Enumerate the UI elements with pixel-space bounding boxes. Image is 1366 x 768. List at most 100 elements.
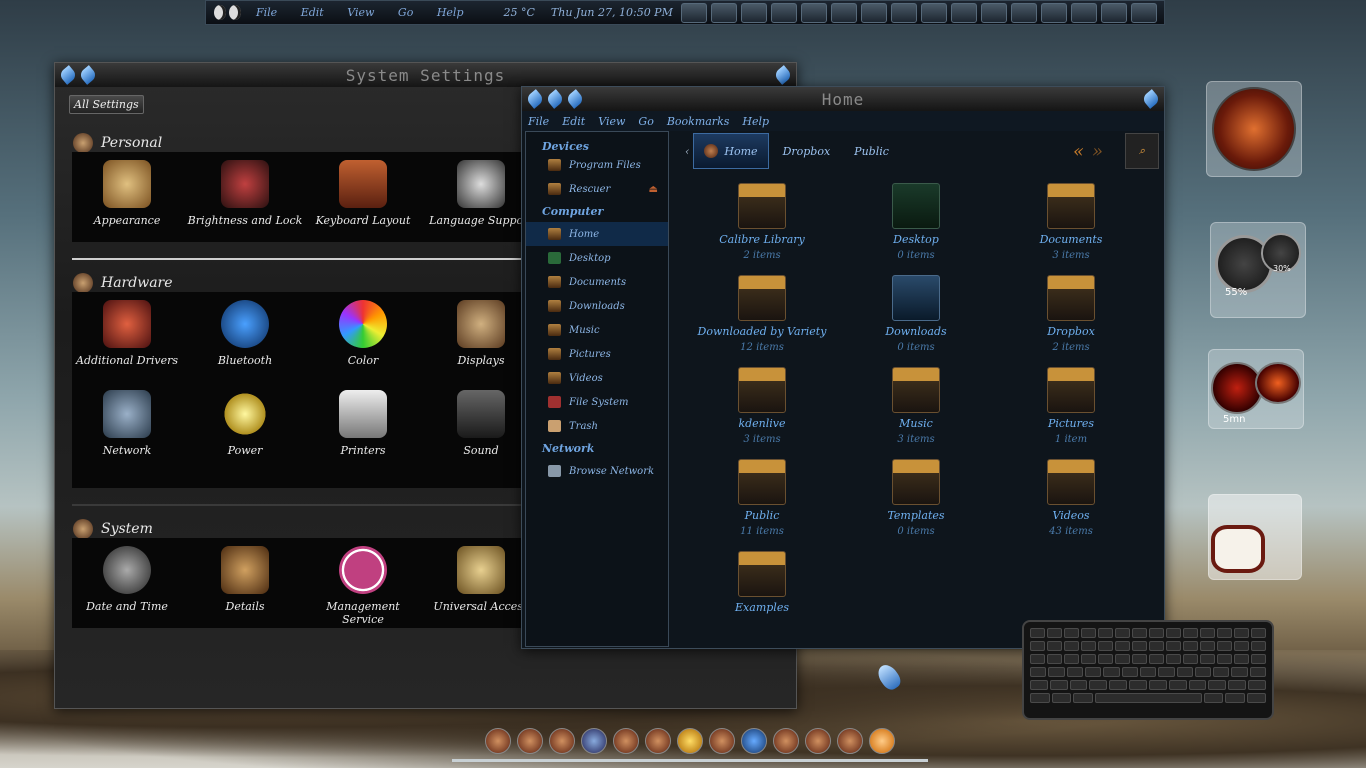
onscreen-keyboard[interactable] bbox=[1022, 620, 1274, 720]
dock-app-icon[interactable] bbox=[805, 727, 831, 754]
settings-titlebar[interactable]: System Settings bbox=[55, 63, 796, 87]
folder-item[interactable]: Public 11 items bbox=[697, 459, 827, 537]
back-icon[interactable]: « bbox=[1073, 141, 1092, 162]
all-settings-button[interactable]: All Settings bbox=[69, 95, 144, 114]
tray-icon[interactable] bbox=[830, 2, 857, 23]
path-crumb-dropbox[interactable]: Dropbox bbox=[773, 137, 841, 166]
sidebar-item-documents[interactable]: Documents bbox=[526, 270, 668, 294]
menu-go[interactable]: Go bbox=[398, 6, 413, 19]
menu-view[interactable]: View bbox=[598, 115, 625, 128]
dock-app-icon[interactable] bbox=[677, 727, 703, 754]
tray-icon[interactable] bbox=[680, 2, 707, 23]
tray-icon[interactable] bbox=[800, 2, 827, 23]
sidebar-item-rescuer[interactable]: Rescuer ⏏ bbox=[526, 177, 668, 201]
folder-item[interactable]: Calibre Library 2 items bbox=[697, 183, 827, 261]
menu-file[interactable]: File bbox=[528, 115, 549, 128]
folder-item[interactable]: Dropbox 2 items bbox=[1006, 275, 1136, 353]
weather-indicator[interactable]: 25 °C bbox=[504, 6, 535, 19]
dock-app-icon[interactable] bbox=[869, 727, 895, 754]
sidebar-item-program-files[interactable]: Program Files bbox=[526, 153, 668, 177]
menu-go[interactable]: Go bbox=[638, 115, 653, 128]
folder-item[interactable]: Videos 43 items bbox=[1006, 459, 1136, 537]
sidebar-item-videos[interactable]: Videos bbox=[526, 366, 668, 390]
tray-icon[interactable] bbox=[980, 2, 1007, 23]
folder-item[interactable]: Downloads 0 items bbox=[851, 275, 981, 353]
path-crumb-public[interactable]: Public bbox=[844, 137, 899, 166]
folder-item[interactable]: Music 3 items bbox=[851, 367, 981, 445]
folder-item[interactable]: Pictures 1 item bbox=[1006, 367, 1136, 445]
dock-app-icon[interactable] bbox=[517, 727, 543, 754]
forward-icon[interactable]: » bbox=[1092, 141, 1111, 162]
key bbox=[1217, 628, 1232, 638]
menu-help[interactable]: Help bbox=[437, 6, 464, 19]
sidebar-item-file-system[interactable]: File System bbox=[526, 390, 668, 414]
menu-edit[interactable]: Edit bbox=[562, 115, 585, 128]
cpu-meter-gadget[interactable]: 55% 30% bbox=[1210, 222, 1306, 318]
settings-details[interactable]: Details bbox=[186, 546, 304, 613]
settings-brightness-lock[interactable]: Brightness and Lock bbox=[186, 160, 304, 227]
settings-keyboard-layout[interactable]: Keyboard Layout bbox=[304, 160, 422, 227]
key bbox=[1139, 667, 1157, 677]
dock-app-icon[interactable] bbox=[581, 727, 607, 754]
settings-color[interactable]: Color bbox=[304, 300, 422, 367]
menu-help[interactable]: Help bbox=[742, 115, 769, 128]
menu-bookmarks[interactable]: Bookmarks bbox=[667, 115, 730, 128]
eject-icon[interactable]: ⏏ bbox=[649, 184, 658, 195]
tray-icon[interactable] bbox=[710, 2, 737, 23]
sidebar-item-music[interactable]: Music bbox=[526, 318, 668, 342]
tray-icon[interactable] bbox=[860, 2, 887, 23]
dock-app-icon[interactable] bbox=[773, 727, 799, 754]
shamisen-gadget[interactable] bbox=[1208, 494, 1302, 580]
sidebar-item-trash[interactable]: Trash bbox=[526, 414, 668, 438]
tray-icon[interactable] bbox=[770, 2, 797, 23]
key bbox=[1248, 680, 1266, 690]
folder-item[interactable]: kdenlive 3 items bbox=[697, 367, 827, 445]
tray-icon[interactable] bbox=[1070, 2, 1097, 23]
folder-item[interactable]: Desktop 0 items bbox=[851, 183, 981, 261]
search-button[interactable]: ⌕ bbox=[1125, 133, 1159, 169]
folder-item[interactable]: Downloaded by Variety 12 items bbox=[697, 275, 827, 353]
files-titlebar[interactable]: Home bbox=[522, 87, 1164, 111]
path-crumb-home[interactable]: Home bbox=[693, 133, 769, 169]
tray-icon[interactable] bbox=[950, 2, 977, 23]
timer-gadget[interactable]: 5mn bbox=[1208, 349, 1304, 429]
clock-gadget[interactable] bbox=[1206, 81, 1302, 177]
sidebar-item-pictures[interactable]: Pictures bbox=[526, 342, 668, 366]
clock[interactable]: Thu Jun 27, 10:50 PM bbox=[551, 6, 673, 19]
top-panel: File Edit View Go Help 25 °C Thu Jun 27,… bbox=[205, 0, 1165, 25]
folder-item[interactable]: Documents 3 items bbox=[1006, 183, 1136, 261]
tray-icon[interactable] bbox=[1040, 2, 1067, 23]
folder-item[interactable]: Templates 0 items bbox=[851, 459, 981, 537]
tray-icon[interactable] bbox=[890, 2, 917, 23]
folder-item[interactable]: Examples bbox=[697, 551, 827, 614]
sidebar-item-home[interactable]: Home bbox=[526, 222, 668, 246]
system-panel: Date and Time Details Management Service… bbox=[72, 538, 532, 628]
dock-app-icon[interactable] bbox=[613, 727, 639, 754]
sidebar-item-browse-network[interactable]: Browse Network bbox=[526, 459, 668, 483]
sidebar-item-downloads[interactable]: Downloads bbox=[526, 294, 668, 318]
tray-icon[interactable] bbox=[1100, 2, 1127, 23]
menu-edit[interactable]: Edit bbox=[301, 6, 324, 19]
settings-printers[interactable]: Printers bbox=[304, 390, 422, 457]
tray-icon[interactable] bbox=[920, 2, 947, 23]
menu-view[interactable]: View bbox=[347, 6, 374, 19]
dock-app-icon[interactable] bbox=[741, 727, 767, 754]
settings-date-time[interactable]: Date and Time bbox=[68, 546, 186, 613]
menu-file[interactable]: File bbox=[256, 6, 277, 19]
dock-app-icon[interactable] bbox=[485, 727, 511, 754]
dock-app-icon[interactable] bbox=[549, 727, 575, 754]
settings-management-service[interactable]: Management Service bbox=[304, 546, 422, 626]
settings-additional-drivers[interactable]: Additional Drivers bbox=[68, 300, 186, 367]
dock-app-icon[interactable] bbox=[837, 727, 863, 754]
tray-icon[interactable] bbox=[1010, 2, 1037, 23]
settings-appearance[interactable]: Appearance bbox=[68, 160, 186, 227]
dock-app-icon[interactable] bbox=[645, 727, 671, 754]
sidebar-item-desktop[interactable]: Desktop bbox=[526, 246, 668, 270]
chevron-left-icon[interactable]: ‹ bbox=[685, 145, 689, 158]
tray-icon[interactable] bbox=[1130, 2, 1157, 23]
tray-icon[interactable] bbox=[740, 2, 767, 23]
settings-power[interactable]: Power bbox=[186, 390, 304, 457]
settings-network[interactable]: Network bbox=[68, 390, 186, 457]
settings-bluetooth[interactable]: Bluetooth bbox=[186, 300, 304, 367]
dock-app-icon[interactable] bbox=[709, 727, 735, 754]
